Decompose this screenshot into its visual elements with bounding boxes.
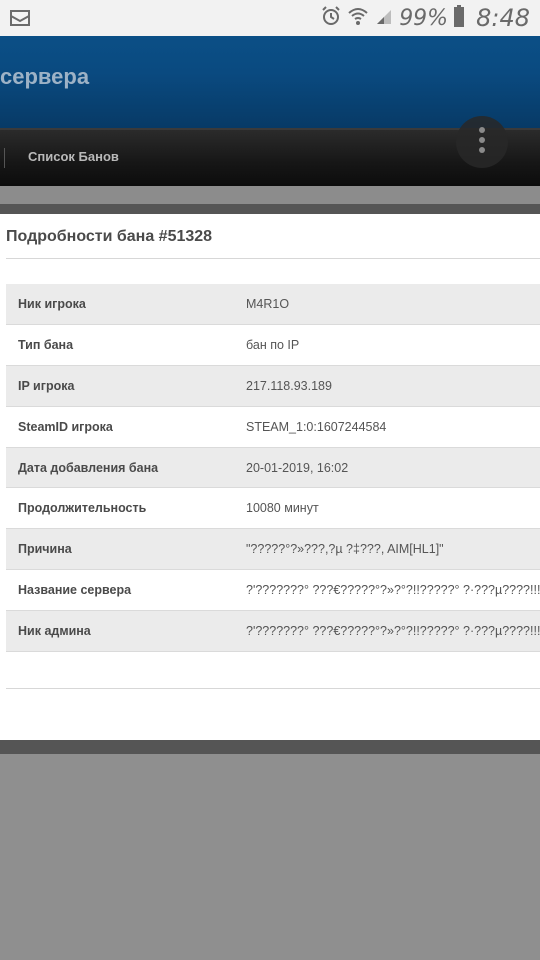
top-dark-border	[0, 204, 540, 214]
top-grey-strip	[0, 186, 540, 204]
bottom-divider	[6, 688, 540, 689]
row-value: 217.118.93.189	[246, 365, 540, 407]
more-vertical-icon	[478, 126, 486, 159]
row-label: Название сервера	[6, 569, 246, 611]
page-background	[0, 754, 540, 960]
row-label: Ник игрока	[6, 284, 246, 326]
nav-link-ban-list[interactable]: Список Банов	[28, 149, 119, 164]
row-label: IP игрока	[6, 365, 246, 407]
row-value: 10080 минут	[246, 487, 540, 530]
ban-details-panel: Подробности бана #51328 Ник игрока M4R1O…	[0, 214, 540, 740]
battery-percentage: 99%	[399, 5, 449, 31]
ban-details-table: Ник игрока M4R1O Тип бана бан по IP IP и…	[6, 284, 540, 652]
status-bar: 99% 8:48	[0, 0, 540, 36]
row-value: бан по IP	[246, 324, 540, 367]
nav-divider	[4, 148, 5, 168]
signal-icon	[375, 6, 393, 31]
row-value: 20-01-2019, 16:02	[246, 447, 540, 489]
table-row: Тип бана бан по IP	[6, 324, 540, 367]
site-header: сервера	[0, 36, 540, 128]
row-label: Ник админа	[6, 610, 246, 652]
table-row: Название сервера ?'???????° ???€?????°?»…	[6, 569, 540, 611]
row-value: ?'???????° ???€?????°?»?°?!!?????° ?·???…	[246, 569, 540, 611]
overflow-menu-button[interactable]	[456, 116, 508, 168]
row-value: STEAM_1:0:1607244584	[246, 406, 540, 448]
row-value: M4R1O	[246, 284, 540, 326]
heading-divider	[6, 258, 540, 259]
ban-details-heading: Подробности бана #51328	[6, 228, 213, 245]
navbar: Список Банов	[0, 116, 540, 186]
row-value: ?'???????° ???€?????°?»?°?!!?????° ?·???…	[246, 610, 540, 652]
bottom-dark-border	[0, 740, 540, 754]
alarm-icon	[321, 5, 341, 31]
row-label: Тип бана	[6, 324, 246, 367]
site-title: сервера	[0, 64, 90, 89]
table-row: SteamID игрока STEAM_1:0:1607244584	[6, 406, 540, 448]
table-row: Дата добавления бана 20-01-2019, 16:02	[6, 447, 540, 489]
row-label: SteamID игрока	[6, 406, 246, 448]
row-value: "?????°?»???,?µ ?‡???, AIM[HL1]"	[246, 528, 540, 571]
row-label: Продолжительность	[6, 487, 246, 530]
clock: 8:48	[476, 4, 530, 32]
wifi-icon	[347, 6, 369, 31]
row-label: Дата добавления бана	[6, 447, 246, 489]
battery-icon	[454, 4, 465, 32]
row-label: Причина	[6, 528, 246, 571]
mail-notification-icon	[10, 10, 30, 31]
table-row: Продолжительность 10080 минут	[6, 487, 540, 530]
table-row: Ник админа ?'???????° ???€?????°?»?°?!!?…	[6, 610, 540, 652]
table-row: Причина "?????°?»???,?µ ?‡???, AIM[HL1]"	[6, 528, 540, 571]
table-row: Ник игрока M4R1O	[6, 284, 540, 326]
table-row: IP игрока 217.118.93.189	[6, 365, 540, 407]
